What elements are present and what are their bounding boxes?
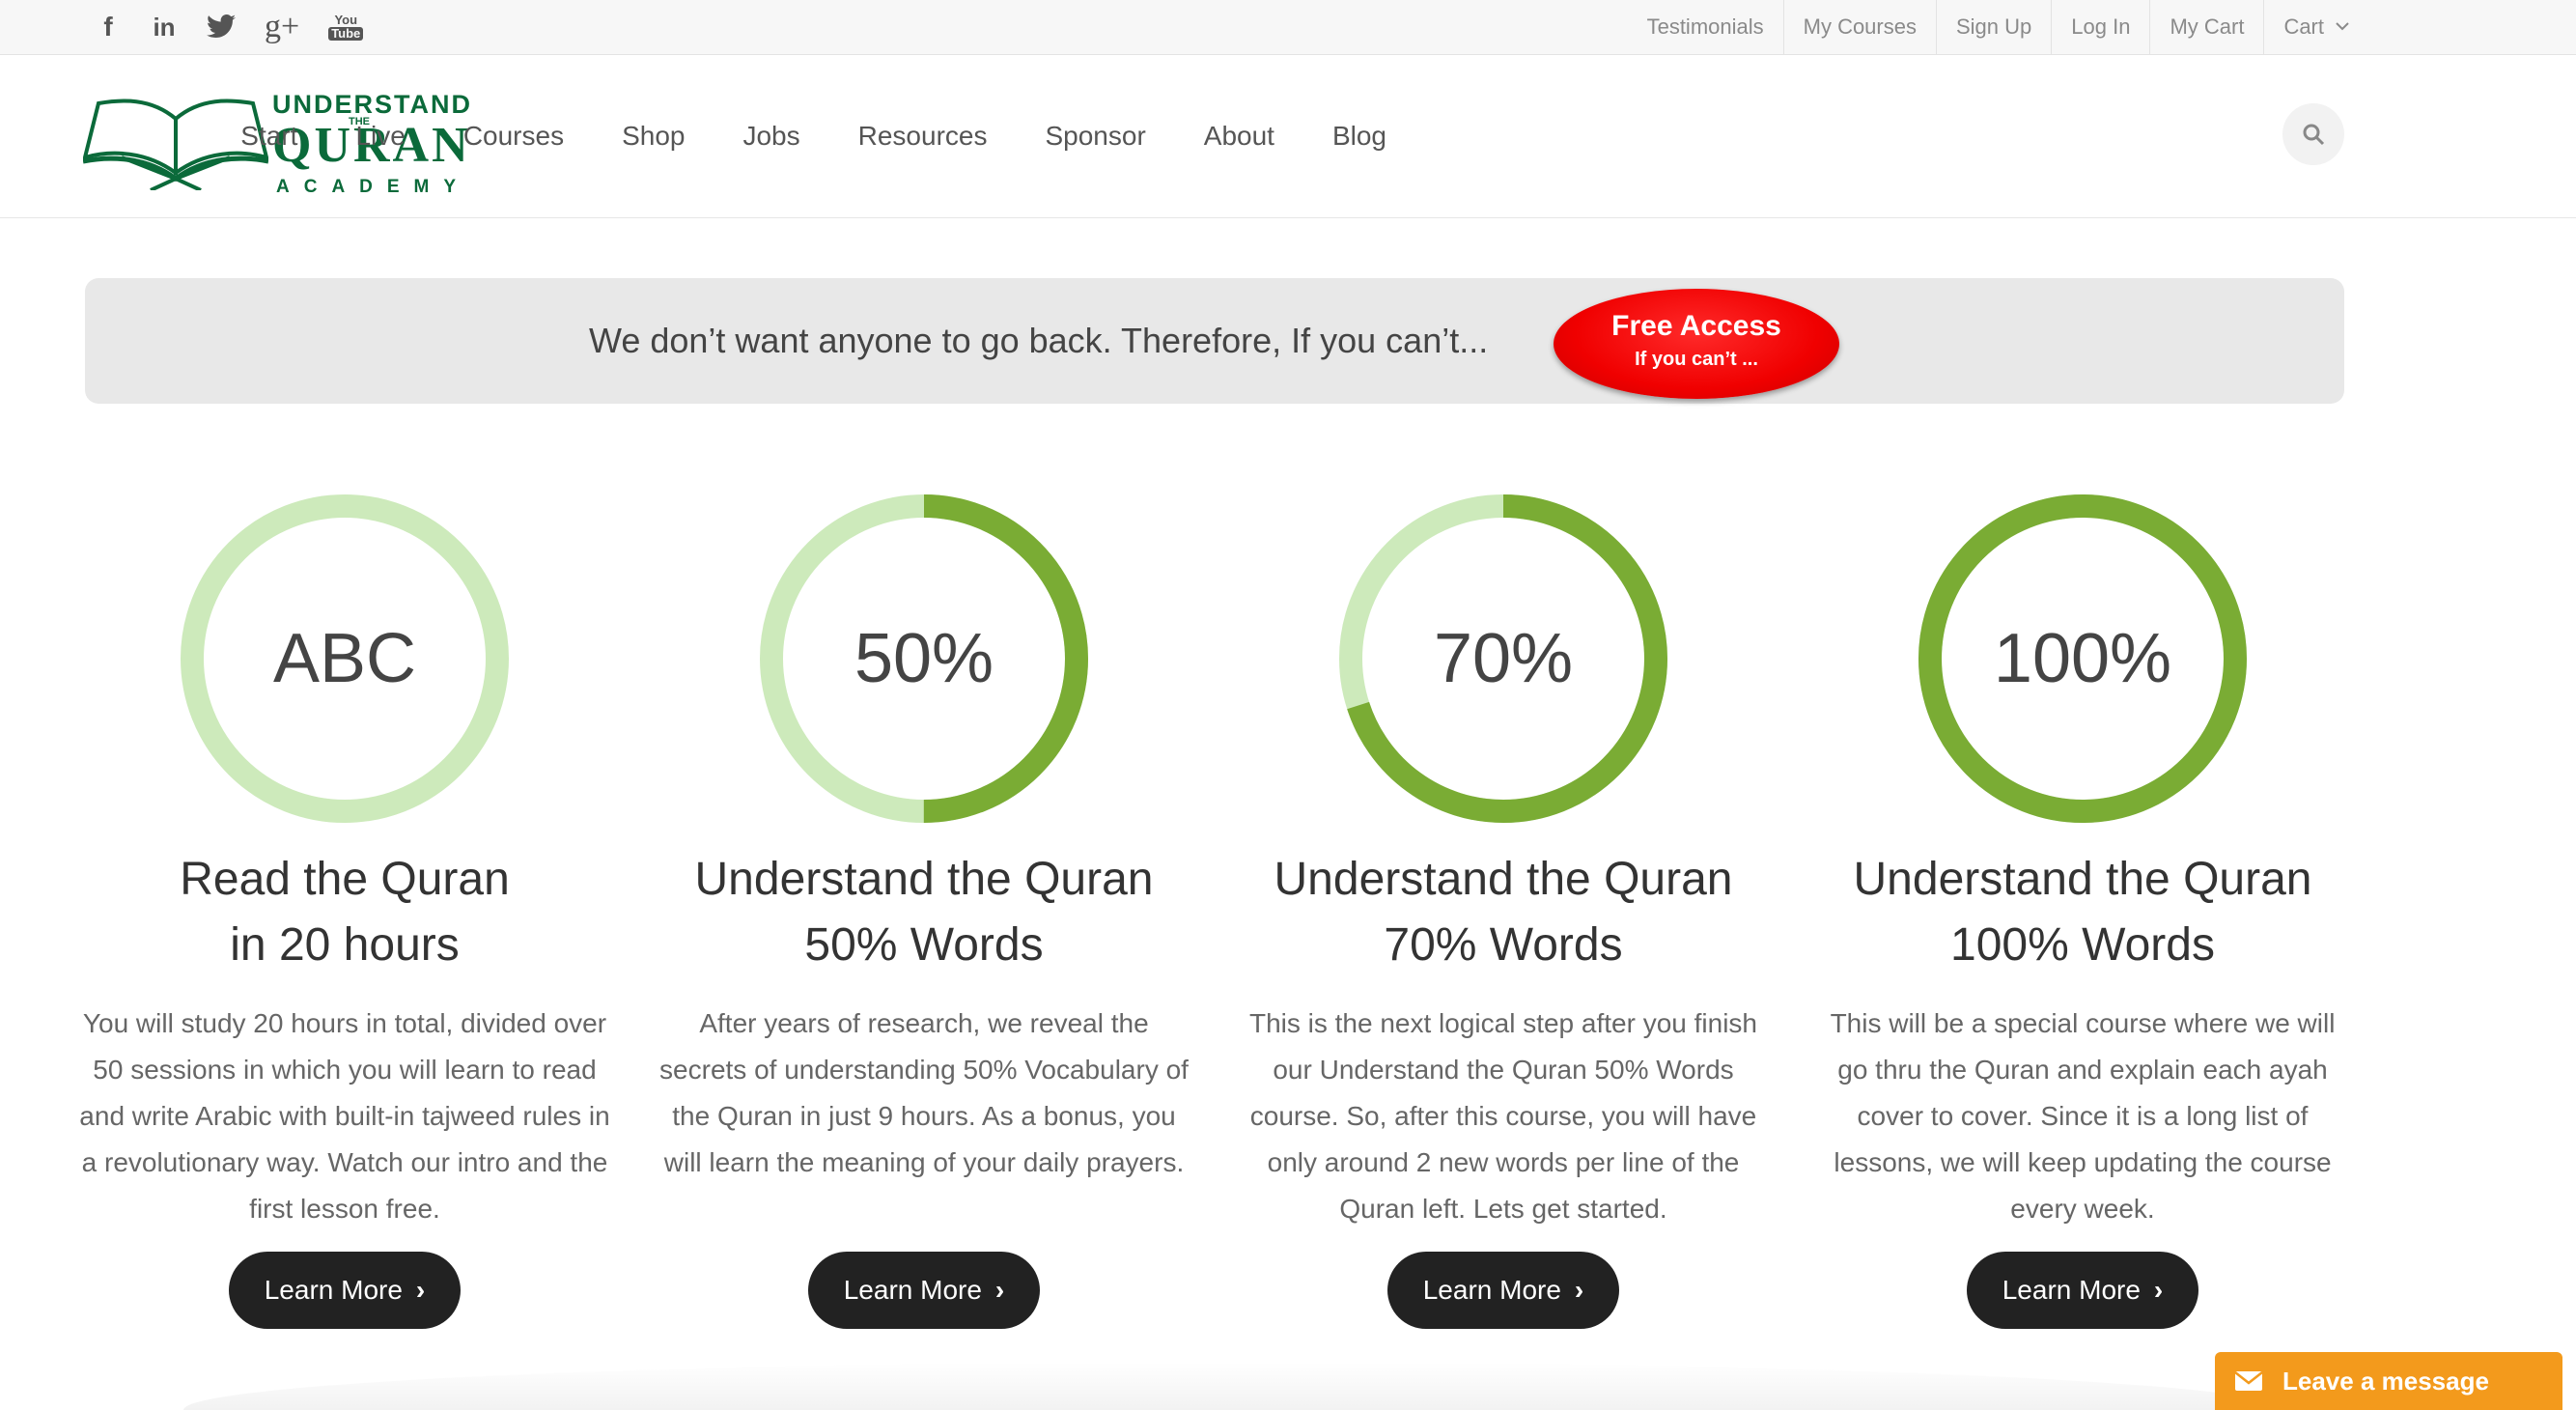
progress-ring-label: 100% bbox=[1993, 620, 2172, 697]
search-icon bbox=[2303, 124, 2325, 146]
facebook-icon[interactable]: f bbox=[95, 11, 122, 43]
progress-ring-label: ABC bbox=[272, 620, 417, 697]
nav-blog[interactable]: Blog bbox=[1332, 121, 1386, 152]
main-nav: Start Live Courses Shop Jobs Resources S… bbox=[240, 55, 1386, 217]
youtube-you: You bbox=[334, 13, 358, 27]
toplink-my-courses[interactable]: My Courses bbox=[1782, 0, 1936, 54]
top-bar: f in g+ You Tube Testimonials My Courses… bbox=[0, 0, 2576, 55]
youtube-icon[interactable]: You Tube bbox=[328, 11, 364, 43]
progress-ring-label: 70% bbox=[1433, 620, 1574, 697]
course-description: This is the next logical step after you … bbox=[1248, 1008, 1758, 1224]
course-title-line2: 50% Words bbox=[804, 919, 1044, 971]
learn-more-label: Learn More bbox=[264, 1275, 403, 1305]
course-title-line1: Read the Quran bbox=[180, 854, 510, 905]
course-description: This will be a special course where we w… bbox=[1830, 1008, 2336, 1224]
progress-ring: ABC bbox=[181, 494, 509, 823]
learn-more-button[interactable]: Learn More › bbox=[1387, 1252, 1619, 1329]
leave-message-button[interactable]: Leave a message bbox=[2215, 1352, 2562, 1410]
learn-more-button[interactable]: Learn More › bbox=[808, 1252, 1040, 1329]
learn-more-label: Learn More bbox=[2002, 1275, 2141, 1305]
learn-more-label: Learn More bbox=[843, 1275, 982, 1305]
toplink-testimonials[interactable]: Testimonials bbox=[1628, 0, 1783, 54]
envelope-icon bbox=[2215, 1370, 2282, 1392]
twitter-icon[interactable] bbox=[207, 11, 236, 43]
chevron-right-icon: › bbox=[994, 1275, 1005, 1305]
course-title-line1: Understand the Quran bbox=[1853, 854, 2312, 905]
banner-text: We don’t want anyone to go back. Therefo… bbox=[589, 321, 1489, 360]
progress-ring: 50% bbox=[760, 494, 1088, 823]
course-title: Understand the Quran 70% Words bbox=[1233, 847, 1774, 978]
chevron-right-icon: › bbox=[1574, 1275, 1584, 1305]
course-description: After years of research, we reveal the s… bbox=[659, 1008, 1189, 1177]
course-title-line1: Understand the Quran bbox=[694, 854, 1154, 905]
nav-about[interactable]: About bbox=[1204, 121, 1274, 152]
free-access-label: Free Access bbox=[1611, 310, 1781, 342]
nav-live[interactable]: Live bbox=[355, 121, 405, 152]
leave-message-label: Leave a message bbox=[2282, 1366, 2489, 1396]
course-title-line2: 70% Words bbox=[1384, 919, 1623, 971]
course-title-line2: in 20 hours bbox=[230, 919, 460, 971]
course-title-line1: Understand the Quran bbox=[1274, 854, 1733, 905]
chevron-right-icon: › bbox=[415, 1275, 426, 1305]
free-access-button[interactable]: Free Access If you can’t ... bbox=[1554, 289, 1839, 399]
course-description: You will study 20 hours in total, divide… bbox=[79, 1008, 610, 1224]
cart-label: Cart bbox=[2283, 14, 2324, 39]
nav-sponsor[interactable]: Sponsor bbox=[1045, 121, 1145, 152]
search-button[interactable] bbox=[2282, 103, 2344, 165]
cart-dropdown[interactable]: Cart bbox=[2263, 0, 2368, 54]
toplink-my-cart[interactable]: My Cart bbox=[2149, 0, 2263, 54]
chevron-down-icon bbox=[2336, 18, 2349, 36]
youtube-tube: Tube bbox=[328, 27, 364, 41]
course-title-line2: 100% Words bbox=[1950, 919, 2215, 971]
nav-courses[interactable]: Courses bbox=[463, 121, 564, 152]
nav-start[interactable]: Start bbox=[240, 121, 297, 152]
course-title: Understand the Quran 100% Words bbox=[1812, 847, 2353, 978]
nav-shop[interactable]: Shop bbox=[622, 121, 685, 152]
learn-more-button[interactable]: Learn More › bbox=[229, 1252, 461, 1329]
learn-more-button[interactable]: Learn More › bbox=[1967, 1252, 2198, 1329]
learn-more-label: Learn More bbox=[1422, 1275, 1561, 1305]
progress-ring: 100% bbox=[1918, 494, 2247, 823]
nav-resources[interactable]: Resources bbox=[858, 121, 988, 152]
free-access-banner: We don’t want anyone to go back. Therefo… bbox=[85, 278, 2344, 404]
chevron-right-icon: › bbox=[2153, 1275, 2164, 1305]
section-divider-shadow bbox=[183, 1362, 2288, 1410]
main-header: UNDERSTAND THE QURAN ACADEMY Start Live … bbox=[0, 55, 2576, 218]
social-links: f in g+ You Tube bbox=[95, 0, 364, 54]
google-plus-icon[interactable]: g+ bbox=[265, 9, 299, 44]
linkedin-icon[interactable]: in bbox=[151, 11, 178, 43]
top-links: Testimonials My Courses Sign Up Log In M… bbox=[1628, 0, 2368, 54]
progress-ring-label: 50% bbox=[854, 620, 994, 697]
course-title: Understand the Quran 50% Words bbox=[654, 847, 1194, 978]
toplink-sign-up[interactable]: Sign Up bbox=[1935, 0, 2051, 54]
nav-jobs[interactable]: Jobs bbox=[742, 121, 799, 152]
course-title: Read the Quran in 20 hours bbox=[74, 847, 615, 978]
progress-ring: 70% bbox=[1339, 494, 1667, 823]
toplink-log-in[interactable]: Log In bbox=[2051, 0, 2149, 54]
free-access-sublabel: If you can’t ... bbox=[1635, 349, 1758, 370]
